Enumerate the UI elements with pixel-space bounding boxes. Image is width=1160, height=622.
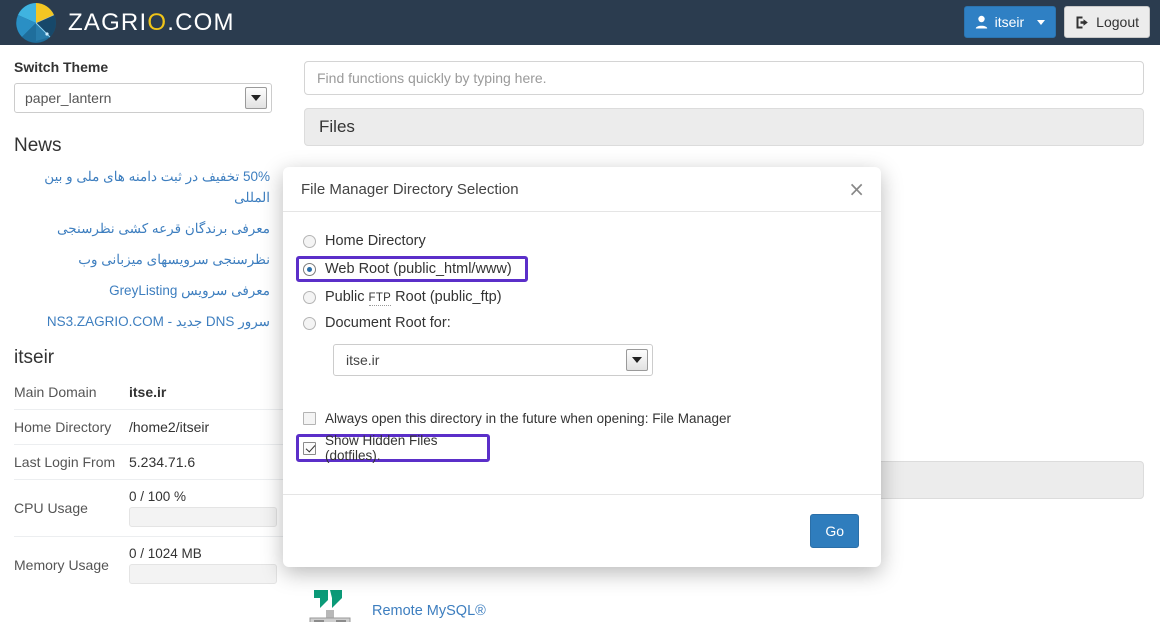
stat-key: Main Domain bbox=[14, 383, 97, 400]
stat-key: CPU Usage bbox=[14, 499, 88, 516]
account-username: itseir bbox=[14, 346, 55, 368]
news-list: 50% تخفیف در ثبت دامنه های ملی و بین الم… bbox=[14, 167, 274, 333]
logout-label: Logout bbox=[1096, 14, 1139, 30]
checkbox-show-hidden-files[interactable]: Show Hidden Files (dotfiles). bbox=[296, 433, 490, 463]
stat-key: Home Directory bbox=[14, 418, 112, 435]
account-stats-table: Main Domain itse.ir Home Directory /home… bbox=[14, 375, 288, 593]
close-icon[interactable]: × bbox=[848, 179, 865, 199]
brand-name-suffix: .COM bbox=[167, 8, 235, 36]
left-sidebar: Switch Theme paper_lantern News 50% تخفی… bbox=[0, 45, 288, 622]
brand-name-o: O bbox=[147, 8, 168, 36]
checkbox-label: Always open this directory in the future… bbox=[325, 410, 731, 426]
top-navbar: ZAGRIO.COM itseir Logout bbox=[0, 0, 1160, 45]
brand-logo[interactable]: ZAGRIO.COM bbox=[0, 1, 235, 45]
zagrio-gem-logo-icon bbox=[14, 1, 58, 45]
document-root-select[interactable]: itse.ir bbox=[333, 344, 653, 376]
modal-body: Home Directory Web Root (public_html/www… bbox=[283, 212, 881, 494]
checkbox-group: Always open this directory in the future… bbox=[296, 408, 861, 463]
radio-label: Home Directory bbox=[325, 233, 426, 249]
news-link[interactable]: 50% تخفیف در ثبت دامنه های ملی و بین الم… bbox=[14, 167, 270, 209]
document-root-select-value: itse.ir bbox=[346, 352, 380, 368]
modal-footer: Go bbox=[283, 494, 881, 566]
memory-usage-value: 0 / 1024 MB bbox=[129, 545, 202, 561]
stat-value: itse.ir bbox=[129, 383, 167, 400]
radio-home-directory[interactable]: Home Directory bbox=[303, 230, 861, 252]
modal-header: File Manager Directory Selection × bbox=[283, 167, 881, 212]
caret-down-icon[interactable] bbox=[245, 87, 267, 109]
ftp-abbreviation: FTP bbox=[368, 292, 392, 306]
radio-button-icon-selected[interactable] bbox=[303, 262, 316, 276]
modal-title: File Manager Directory Selection bbox=[301, 180, 519, 198]
memory-usage-bar bbox=[129, 563, 277, 584]
search-input[interactable]: Find functions quickly by typing here. bbox=[304, 61, 1144, 95]
radio-label: Public FTP Root (public_ftp) bbox=[325, 289, 502, 306]
checkbox-icon[interactable] bbox=[303, 411, 316, 425]
brand-name-prefix: ZAGRI bbox=[68, 8, 148, 36]
user-icon bbox=[975, 15, 988, 29]
stat-key: Last Login From bbox=[14, 453, 116, 470]
radio-label-pre: Public bbox=[325, 289, 369, 305]
cpu-usage-bar bbox=[129, 506, 277, 527]
news-link[interactable]: معرفی برندگان قرعه کشی نظرسنجی bbox=[14, 219, 270, 240]
checkbox-icon-checked[interactable] bbox=[303, 441, 316, 455]
news-link[interactable]: نظرسنجی سرویسهای میزبانی وب bbox=[14, 250, 270, 271]
tile-remote-mysql[interactable]: Remote MySQL® bbox=[304, 584, 486, 622]
checkbox-label: Show Hidden Files (dotfiles). bbox=[325, 433, 438, 463]
table-row: Main Domain itse.ir bbox=[14, 375, 288, 410]
caret-down-icon[interactable] bbox=[626, 349, 648, 371]
table-row: Memory Usage 0 / 1024 MB bbox=[14, 536, 288, 593]
topbar-actions: itseir Logout bbox=[963, 6, 1150, 38]
checkbox-always-open[interactable]: Always open this directory in the future… bbox=[303, 408, 861, 428]
user-menu-button[interactable]: itseir bbox=[963, 6, 1057, 38]
radio-web-root[interactable]: Web Root (public_html/www) bbox=[296, 256, 528, 282]
remote-mysql-icon bbox=[304, 584, 358, 622]
stat-key: Memory Usage bbox=[14, 556, 109, 573]
radio-document-root[interactable]: Document Root for: bbox=[303, 312, 861, 334]
radio-button-icon[interactable] bbox=[303, 234, 316, 248]
table-row: Home Directory /home2/itseir bbox=[14, 409, 288, 444]
theme-select-value: paper_lantern bbox=[25, 90, 112, 106]
table-row: Last Login From 5.234.71.6 bbox=[14, 444, 288, 479]
go-button[interactable]: Go bbox=[810, 513, 859, 548]
chevron-down-icon bbox=[1037, 19, 1046, 25]
stat-value-meter: 0 / 1024 MB bbox=[129, 536, 288, 593]
news-link[interactable]: سرور DNS جدید - NS3.ZAGRIO.COM bbox=[14, 312, 270, 333]
logout-icon bbox=[1075, 15, 1090, 30]
table-row: CPU Usage 0 / 100 % bbox=[14, 479, 288, 536]
radio-label: Web Root (public_html/www) bbox=[325, 261, 512, 277]
radio-public-ftp-root[interactable]: Public FTP Root (public_ftp) bbox=[303, 286, 861, 308]
radio-label: Document Root for: bbox=[325, 315, 451, 331]
stat-value: 5.234.71.6 bbox=[129, 453, 196, 470]
directory-selection-modal: File Manager Directory Selection × Home … bbox=[283, 167, 881, 567]
switch-theme-label: Switch Theme bbox=[14, 59, 109, 75]
radio-label-post: Root (public_ftp) bbox=[391, 289, 502, 305]
user-menu-label: itseir bbox=[994, 14, 1025, 30]
stat-value: /home2/itseir bbox=[129, 418, 210, 435]
stat-value-meter: 0 / 100 % bbox=[129, 479, 288, 536]
brand-name: ZAGRIO.COM bbox=[68, 9, 235, 37]
radio-button-icon[interactable] bbox=[303, 316, 316, 330]
radio-button-icon[interactable] bbox=[303, 290, 316, 304]
logout-button[interactable]: Logout bbox=[1064, 6, 1150, 38]
theme-select[interactable]: paper_lantern bbox=[14, 83, 272, 113]
cpu-usage-value: 0 / 100 % bbox=[129, 488, 187, 504]
news-heading: News bbox=[14, 135, 62, 156]
news-link[interactable]: معرفی سرویس GreyListing bbox=[14, 281, 270, 302]
page-root: ZAGRIO.COM itseir Logout Find functions … bbox=[0, 0, 1160, 622]
tile-label[interactable]: Remote MySQL® bbox=[372, 603, 486, 619]
